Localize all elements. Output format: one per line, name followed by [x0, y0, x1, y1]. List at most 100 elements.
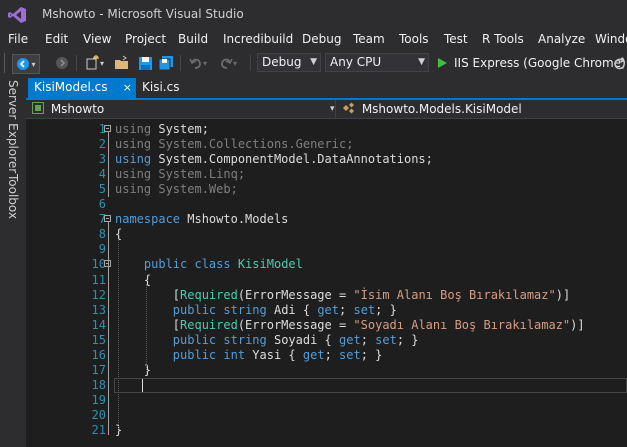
undo-button[interactable]: ▾	[186, 54, 210, 72]
text-caret	[142, 378, 143, 392]
indent-guide	[146, 284, 147, 374]
code-token: using	[115, 152, 152, 167]
code-line[interactable]: 5 using System.Web;	[26, 182, 627, 197]
line-number: 4	[98, 167, 106, 182]
redo-button[interactable]: ▾	[216, 54, 240, 72]
code-token: Required	[180, 317, 238, 332]
tab-label: KisiModel.cs	[34, 80, 108, 94]
menu-incredibuild[interactable]: Incredibuild	[223, 32, 293, 46]
menu-tools[interactable]: Tools	[399, 32, 429, 46]
code-line[interactable]: 20	[26, 408, 627, 423]
code-token: public	[115, 302, 217, 317]
code-line[interactable]: 10 public class KisiModel	[26, 257, 627, 272]
code-line[interactable]: 15 public string Soyadi { get; set; }	[26, 333, 627, 348]
code-line[interactable]: 4 using System.Linq;	[26, 167, 627, 182]
project-dropdown[interactable]: Mshowto ▾	[32, 101, 335, 118]
code-token: namespace	[115, 212, 181, 227]
code-line[interactable]: 1 using System;	[26, 122, 627, 137]
code-text: [Required(ErrorMessage = "Soyadı Alanı B…	[115, 318, 585, 333]
code-token: int	[223, 347, 246, 362]
code-token: ;	[360, 332, 376, 347]
toolbox-tab[interactable]: Toolbox	[6, 174, 20, 219]
save-all-icon	[158, 56, 173, 71]
menu-edit[interactable]: Edit	[45, 32, 68, 46]
server-explorer-tab[interactable]: Server Explorer	[6, 80, 20, 173]
outline-bracket-line	[107, 132, 109, 197]
code-line[interactable]: 11 {	[26, 273, 627, 288]
menu-debug[interactable]: Debug	[302, 32, 341, 46]
solution-platform-value: Any CPU	[330, 55, 382, 69]
code-text: public string Soyadi { get; set; }	[115, 333, 419, 348]
save-button[interactable]	[136, 54, 154, 72]
tab-label: Kisi.cs	[142, 80, 180, 94]
code-token: KisiModel	[237, 257, 303, 272]
menu-analyze[interactable]: Analyze	[538, 32, 585, 46]
refresh-browser-button[interactable]	[612, 54, 626, 72]
close-icon[interactable]: ×	[123, 78, 132, 97]
open-file-button[interactable]	[113, 54, 131, 72]
code-token: public	[115, 332, 217, 347]
menu-window[interactable]: Windo	[595, 32, 627, 46]
code-line[interactable]: 8{	[26, 227, 627, 242]
code-line[interactable]: 9	[26, 242, 627, 257]
code-line[interactable]: 7 namespace Mshowto.Models	[26, 212, 627, 227]
code-editor[interactable]: 1 using System; 2 using System.Collections.…	[26, 119, 627, 447]
menu-file[interactable]: File	[8, 32, 28, 46]
code-line[interactable]: 16 public int Yasi { get; set; }	[26, 348, 627, 363]
new-project-button[interactable]: ▾	[83, 54, 105, 72]
new-project-dropdown-icon[interactable]: ▾	[100, 59, 104, 68]
code-token: )]	[570, 317, 585, 332]
code-token: using	[115, 182, 152, 197]
menu-r-tools[interactable]: R Tools	[482, 32, 524, 46]
line-number: 9	[98, 242, 106, 257]
tab-kisimodel-cs[interactable]: KisiModel.cs ×	[28, 78, 136, 98]
solution-platform-combo[interactable]: Any CPU ▼	[325, 53, 429, 72]
code-token: System.Linq;	[151, 167, 246, 182]
menu-test[interactable]: Test	[444, 32, 468, 46]
start-debugging-button[interactable]: IIS Express (Google Chrome) ▼	[436, 54, 627, 72]
code-text: using System.ComponentModel.DataAnnotati…	[115, 152, 433, 167]
code-line[interactable]: 17 }	[26, 363, 627, 378]
menu-view[interactable]: View	[83, 32, 111, 46]
code-line[interactable]: 2 using System.Collections.Generic;	[26, 137, 627, 152]
code-text: using System.Web;	[115, 182, 238, 197]
navigate-back-button[interactable]: ▾	[12, 54, 40, 74]
open-folder-icon	[115, 55, 128, 69]
code-token: set	[375, 332, 397, 347]
code-token: public	[115, 347, 217, 362]
line-number: 8	[98, 227, 106, 242]
line-number: 12	[91, 287, 106, 302]
line-number: 3	[98, 152, 106, 167]
navigate-forward-button[interactable]	[54, 54, 70, 72]
solution-configuration-combo[interactable]: Debug ▼	[257, 53, 321, 72]
save-all-button[interactable]	[157, 54, 175, 72]
code-line[interactable]: 3 using System.ComponentModel.DataAnnotat…	[26, 152, 627, 167]
redo-dropdown-icon[interactable]: ▾	[233, 59, 237, 68]
run-target-label: IIS Express (Google Chrome)	[454, 56, 626, 70]
undo-dropdown-icon[interactable]: ▾	[203, 59, 207, 68]
code-line[interactable]: 19	[26, 393, 627, 408]
tab-kisi-cs[interactable]: Kisi.cs	[136, 78, 196, 98]
solution-configuration-value: Debug	[262, 55, 302, 69]
toolbar-separator	[250, 55, 251, 71]
code-text: using System.Linq;	[115, 167, 245, 182]
collapse-region-icon[interactable]	[104, 125, 111, 132]
menu-team[interactable]: Team	[353, 32, 385, 46]
code-line[interactable]: 12 [Required(ErrorMessage = "İsim Alanı …	[26, 288, 627, 303]
code-text: [Required(ErrorMessage = "İsim Alanı Boş…	[115, 288, 570, 303]
chevron-down-icon: ▼	[310, 57, 317, 67]
editor-navigation-bar: Mshowto ▾ Mshowto.Models.KisiModel	[26, 100, 627, 119]
left-tool-sidebar: Server Explorer Toolbox	[0, 76, 26, 447]
code-line[interactable]: 6	[26, 197, 627, 212]
menu-build[interactable]: Build	[178, 32, 208, 46]
back-dropdown-icon[interactable]: ▾	[31, 60, 35, 69]
code-line[interactable]: 14 [Required(ErrorMessage = "Soyadı Alan…	[26, 318, 627, 333]
code-token: (ErrorMessage =	[237, 287, 354, 302]
menu-project[interactable]: Project	[125, 32, 166, 46]
line-number: 17	[91, 362, 106, 377]
code-line[interactable]: 21}	[26, 423, 627, 438]
type-dropdown[interactable]: Mshowto.Models.KisiModel	[342, 101, 622, 118]
code-line[interactable]: 13 public string Adi { get; set; }	[26, 303, 627, 318]
code-token: Soyadi {	[266, 332, 339, 347]
code-token: string	[223, 302, 267, 317]
